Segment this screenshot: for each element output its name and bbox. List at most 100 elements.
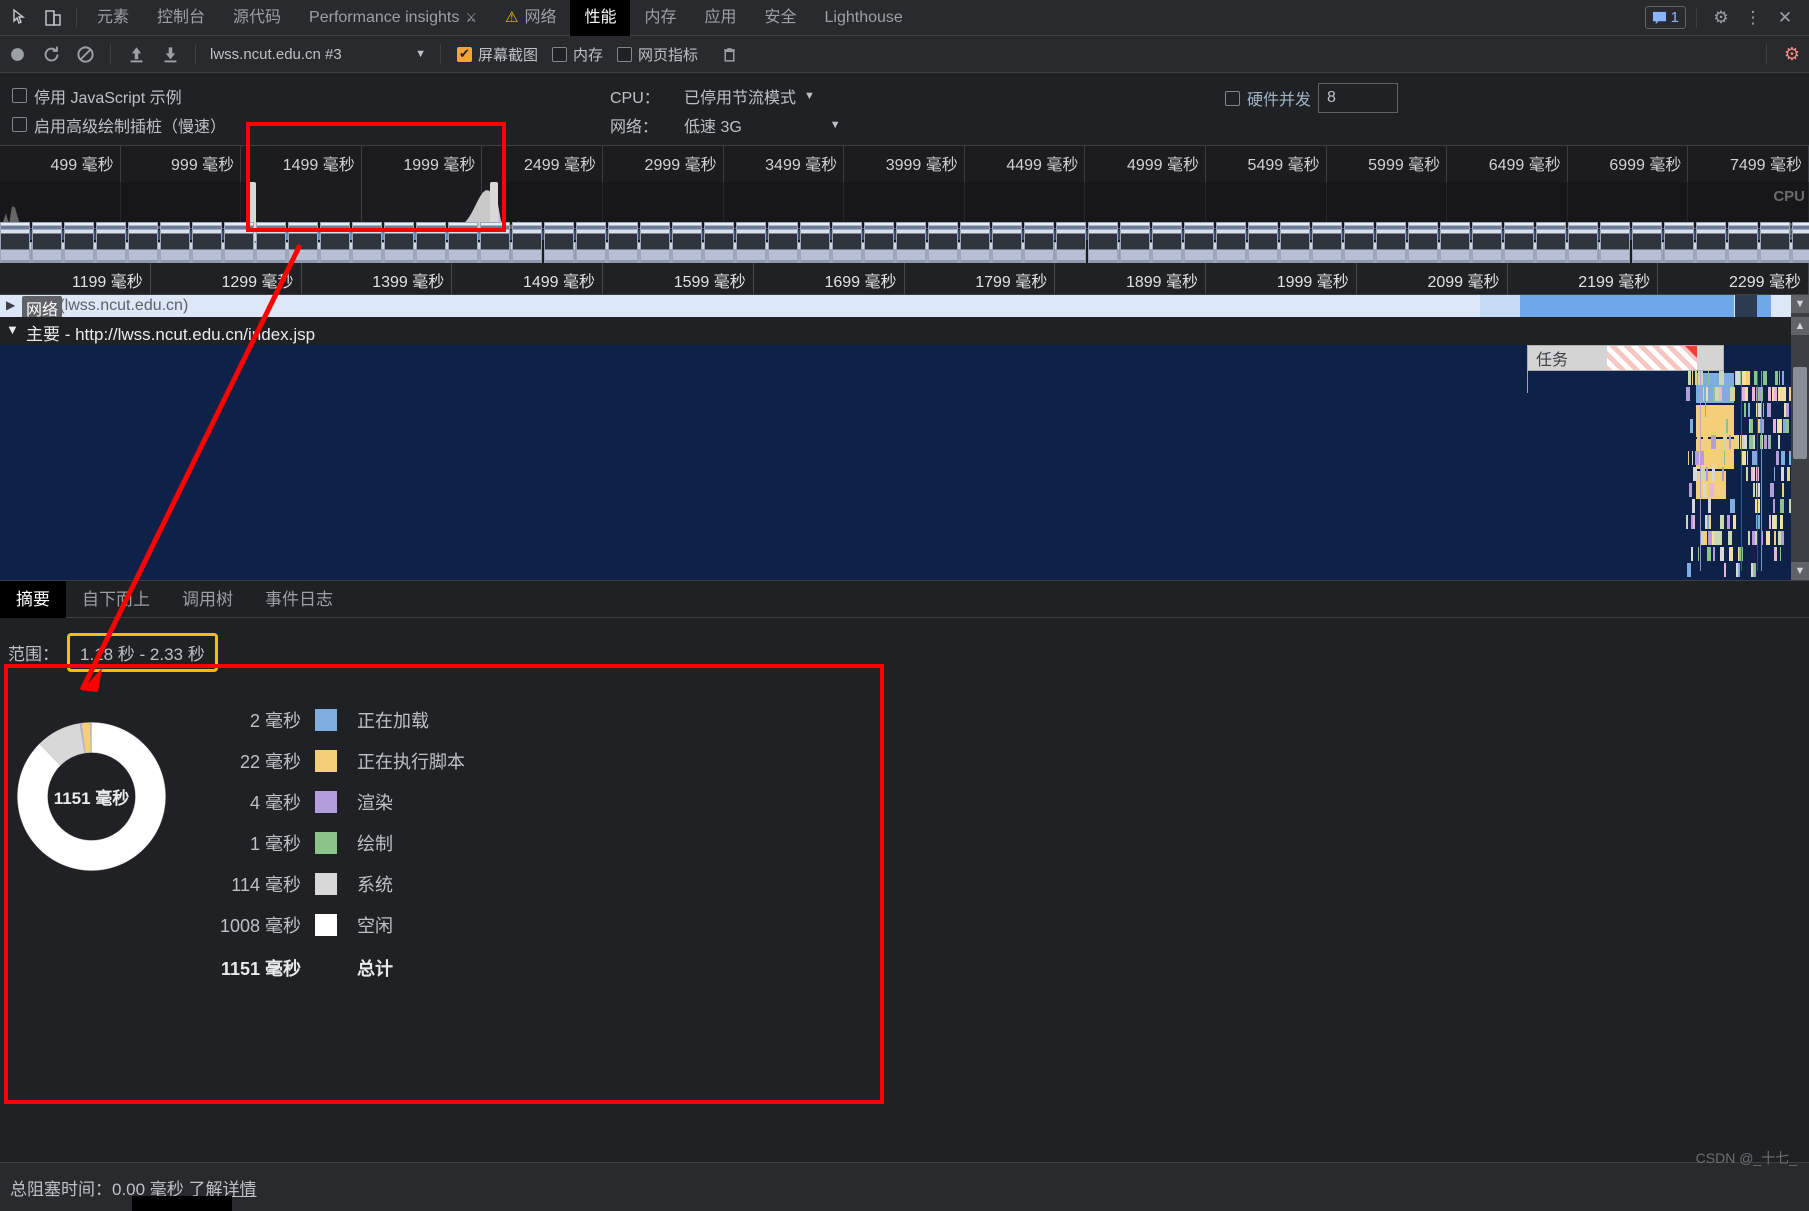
filmstrip-frame[interactable] bbox=[672, 222, 702, 264]
flame-bar[interactable] bbox=[1774, 387, 1777, 401]
flame-bar[interactable] bbox=[1749, 435, 1753, 449]
close-icon[interactable]: ✕ bbox=[1771, 4, 1799, 32]
reload-record-icon[interactable] bbox=[34, 36, 68, 73]
flame-bar[interactable] bbox=[1707, 547, 1711, 561]
tab-network[interactable]: ⚠ 网络 bbox=[491, 0, 570, 36]
flame-bar[interactable] bbox=[1693, 515, 1695, 529]
tab-memory[interactable]: 内存 bbox=[630, 0, 690, 36]
filmstrip-frame[interactable] bbox=[544, 222, 574, 264]
flame-bar[interactable] bbox=[1753, 483, 1755, 497]
tab-security[interactable]: 安全 bbox=[751, 0, 811, 36]
filmstrip-frame[interactable] bbox=[1760, 222, 1790, 264]
tab-performance-insights[interactable]: Performance insights ⚔ bbox=[295, 0, 491, 36]
filmstrip-frame[interactable] bbox=[1312, 222, 1342, 264]
flame-bar[interactable] bbox=[1746, 467, 1748, 481]
filmstrip-frame[interactable] bbox=[1120, 222, 1150, 264]
flame-bar[interactable] bbox=[1725, 435, 1727, 449]
flame-bar[interactable] bbox=[1746, 371, 1750, 385]
flame-bar[interactable] bbox=[1773, 419, 1776, 433]
flame-bar[interactable] bbox=[1724, 563, 1726, 577]
network-throttling-row[interactable]: 网络： 低速 3G ▼ bbox=[610, 110, 841, 139]
flame-bar[interactable] bbox=[1734, 435, 1738, 449]
flame-bar[interactable] bbox=[1686, 515, 1688, 529]
clear-icon[interactable] bbox=[68, 36, 102, 73]
filmstrip-frame[interactable] bbox=[288, 222, 318, 264]
flame-bar[interactable] bbox=[1720, 547, 1724, 561]
scroll-down-icon-bottom[interactable]: ▼ bbox=[1791, 562, 1809, 580]
filmstrip-frame[interactable] bbox=[1408, 222, 1438, 264]
flame-bar[interactable] bbox=[1738, 547, 1739, 561]
flame-bar[interactable] bbox=[1722, 467, 1724, 481]
filmstrip-frame[interactable] bbox=[800, 222, 830, 264]
flame-bar[interactable] bbox=[1728, 531, 1732, 545]
flame-bar[interactable] bbox=[1767, 403, 1771, 417]
legend-row[interactable]: 4 毫秒 渲染 bbox=[195, 781, 615, 822]
tab-summary[interactable]: 摘要 bbox=[0, 581, 66, 618]
legend-row[interactable]: 22 毫秒 正在执行脚本 bbox=[195, 740, 615, 781]
flame-bar[interactable] bbox=[1781, 467, 1784, 481]
filmstrip-frame[interactable] bbox=[1664, 222, 1694, 264]
filmstrip-frame[interactable] bbox=[1568, 222, 1598, 264]
network-request-bar[interactable] bbox=[1735, 295, 1757, 317]
flame-bar[interactable] bbox=[1705, 515, 1707, 529]
flame-bar[interactable] bbox=[1718, 531, 1722, 545]
flame-bar[interactable] bbox=[1751, 563, 1753, 577]
flame-bar[interactable] bbox=[1777, 419, 1782, 433]
flame-bar[interactable] bbox=[1703, 531, 1707, 545]
filmstrip-frame[interactable] bbox=[992, 222, 1022, 264]
more-vertical-icon[interactable]: ⋮ bbox=[1739, 4, 1767, 32]
tab-application[interactable]: 应用 bbox=[691, 0, 751, 36]
flame-bar[interactable] bbox=[1748, 403, 1750, 417]
filmstrip-frame[interactable] bbox=[1632, 222, 1662, 264]
flame-bar[interactable] bbox=[1744, 435, 1747, 449]
flame-bar[interactable] bbox=[1729, 435, 1731, 449]
flame-bar[interactable] bbox=[1744, 403, 1746, 417]
flame-bar[interactable] bbox=[1708, 371, 1709, 385]
flame-bar[interactable] bbox=[1695, 371, 1697, 385]
filmstrip-frame[interactable] bbox=[352, 222, 382, 264]
flame-bar[interactable] bbox=[1688, 371, 1691, 385]
filmstrip-frame[interactable] bbox=[64, 222, 94, 264]
tab-console[interactable]: 控制台 bbox=[143, 0, 219, 36]
network-request-bar[interactable] bbox=[1757, 295, 1771, 317]
flame-bar[interactable] bbox=[1780, 515, 1783, 529]
flame-bar[interactable] bbox=[1695, 451, 1699, 465]
flame-bar[interactable] bbox=[1758, 419, 1760, 433]
download-profile-icon[interactable] bbox=[153, 36, 187, 73]
flame-bar[interactable] bbox=[1782, 483, 1784, 497]
flame-bar[interactable] bbox=[1692, 371, 1693, 385]
filmstrip-frame[interactable] bbox=[320, 222, 350, 264]
hardware-concurrency-checkbox[interactable] bbox=[1225, 91, 1240, 106]
capture-settings-gear-icon[interactable]: ⚙ bbox=[1775, 36, 1809, 73]
flame-bar[interactable] bbox=[1787, 467, 1790, 481]
flame-bar[interactable] bbox=[1702, 467, 1705, 481]
filmstrip-frame[interactable] bbox=[128, 222, 158, 264]
web-vitals-checkbox[interactable]: 网页指标 bbox=[617, 44, 698, 65]
flame-bar[interactable] bbox=[1703, 483, 1706, 497]
filmstrip-frame[interactable] bbox=[448, 222, 478, 264]
chevron-down-icon[interactable]: ▼ bbox=[6, 322, 19, 337]
filmstrip-frame[interactable] bbox=[1216, 222, 1246, 264]
flame-chart-scrollbar[interactable]: ▼ ▲ ▼ bbox=[1791, 295, 1809, 580]
flame-bar[interactable] bbox=[1775, 371, 1778, 385]
advanced-paint-row[interactable]: 启用高级绘制插桩（慢速） bbox=[12, 110, 226, 139]
flame-bar[interactable] bbox=[1720, 515, 1724, 529]
filmstrip-frame[interactable] bbox=[1248, 222, 1278, 264]
flame-bar[interactable] bbox=[1774, 547, 1777, 561]
message-count-badge[interactable]: 1 bbox=[1645, 6, 1686, 29]
filmstrip-frame[interactable] bbox=[1472, 222, 1502, 264]
flame-bar[interactable] bbox=[1703, 387, 1704, 401]
flame-bar[interactable] bbox=[1742, 435, 1744, 449]
filmstrip-frame[interactable] bbox=[160, 222, 190, 264]
filmstrip-frame[interactable] bbox=[864, 222, 894, 264]
flame-bar[interactable] bbox=[1780, 499, 1784, 513]
flame-bar[interactable] bbox=[1703, 435, 1708, 449]
upload-profile-icon[interactable] bbox=[119, 36, 153, 73]
filmstrip-frame[interactable] bbox=[96, 222, 126, 264]
flame-bar[interactable] bbox=[1738, 563, 1740, 577]
flame-bar[interactable] bbox=[1786, 403, 1789, 417]
tab-bottom-up[interactable]: 自下而上 bbox=[66, 581, 166, 618]
cpu-throttling-row[interactable]: CPU： 已停用节流模式 ▼ bbox=[610, 81, 841, 110]
filmstrip-frame[interactable] bbox=[480, 222, 510, 264]
filmstrip-frame[interactable] bbox=[896, 222, 926, 264]
